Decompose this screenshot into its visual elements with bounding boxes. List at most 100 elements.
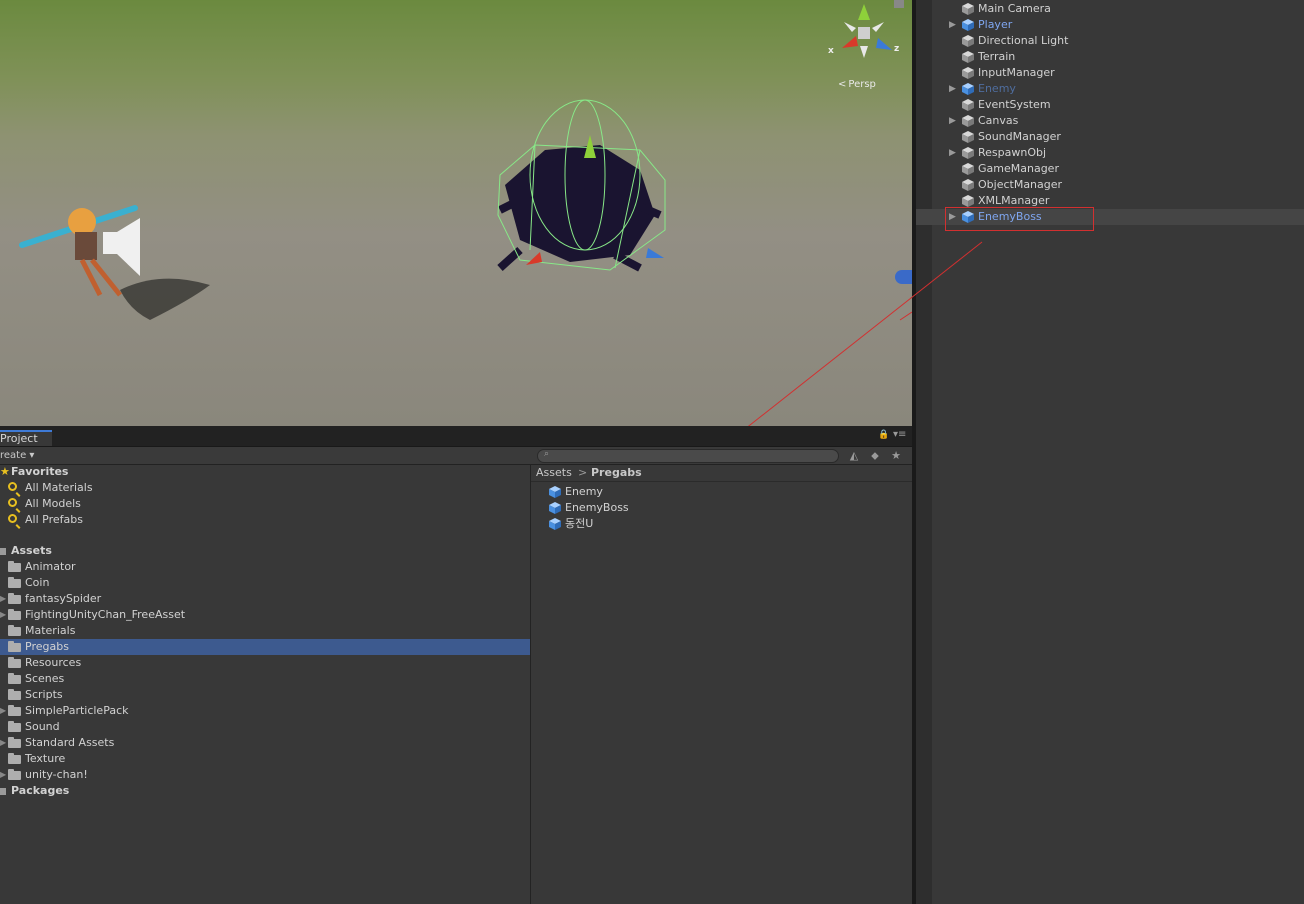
magnifier-icon [8, 514, 17, 523]
gameobject-cube-icon [962, 131, 974, 143]
hierarchy-item-label: SoundManager [978, 130, 1061, 143]
folder-item-label: SimpleParticlePack [25, 704, 129, 717]
folder-item[interactable]: Resources [0, 655, 530, 671]
hierarchy-lock-icon[interactable] [894, 0, 904, 8]
expand-arrow-icon[interactable]: ▶ [0, 735, 8, 751]
favorite-item[interactable]: All Materials [0, 480, 530, 496]
folder-item[interactable]: Materials [0, 623, 530, 639]
folder-item[interactable]: ▶ unity-chan! [0, 767, 530, 783]
folder-item[interactable]: Texture [0, 751, 530, 767]
expand-arrow-icon[interactable]: ▶ [949, 145, 959, 161]
assets-header[interactable]: Assets [0, 543, 530, 559]
asset-file-item[interactable]: EnemyBoss [531, 500, 912, 516]
folder-item[interactable]: Scenes [0, 671, 530, 687]
folder-item[interactable]: Coin [0, 575, 530, 591]
folder-item[interactable]: ▶ SimpleParticlePack [0, 703, 530, 719]
expand-arrow-icon[interactable]: ▶ [0, 703, 8, 719]
folder-item[interactable]: Scripts [0, 687, 530, 703]
hierarchy-item-label: RespawnObj [978, 146, 1047, 159]
expand-arrow-icon[interactable]: ▶ [0, 767, 8, 783]
section-icon [0, 548, 6, 555]
menu-icon[interactable]: ▾≡ [893, 429, 906, 440]
search-input[interactable]: ⌕ [537, 449, 839, 463]
asset-file-item[interactable]: Enemy [531, 484, 912, 500]
breadcrumb-separator-icon: > [578, 466, 588, 479]
folder-icon [8, 673, 21, 684]
prefab-cube-icon [549, 518, 561, 530]
packages-header[interactable]: Packages [0, 783, 530, 799]
filter-by-label-icon[interactable]: ⬥ [867, 448, 883, 463]
search-icon: ⌕ [544, 449, 550, 459]
cube-icon [962, 179, 974, 191]
hierarchy-item-label: GameManager [978, 162, 1059, 175]
folder-item-label: Animator [25, 560, 76, 573]
favorites-star-icon[interactable]: ★ [888, 448, 904, 463]
cube-icon [962, 195, 974, 207]
cube-icon [962, 115, 974, 127]
favorites-header[interactable]: ★ Favorites [0, 464, 530, 480]
projection-toggle[interactable]: < Persp [838, 79, 876, 90]
expand-arrow-icon[interactable]: ▶ [949, 113, 959, 129]
annotation-highlight-box [945, 207, 1094, 231]
gameobject-cube-icon [962, 35, 974, 47]
gameobject-cube-icon [962, 163, 974, 175]
breadcrumb-current[interactable]: Pregabs [591, 464, 642, 481]
hierarchy-item-label: ObjectManager [978, 178, 1063, 191]
scene-viewport [19, 99, 912, 321]
folder-icon [8, 769, 21, 780]
folder-icon [8, 593, 21, 604]
folder-item[interactable]: Animator [0, 559, 530, 575]
expand-arrow-icon[interactable]: ▶ [949, 81, 959, 97]
hierarchy-item[interactable]: Directional Light [916, 33, 1304, 49]
favorite-item[interactable]: All Models [0, 496, 530, 512]
hierarchy-item[interactable]: ▶ Player [916, 17, 1304, 33]
project-toolbar: reate ▾ ⌕ ◭ ⬥ ★ [0, 447, 912, 465]
expand-arrow-icon[interactable]: ▶ [0, 607, 8, 623]
folder-item-label: Sound [25, 720, 60, 733]
hierarchy-item[interactable]: Terrain [916, 49, 1304, 65]
prefab-icon [549, 502, 561, 514]
projection-label: Persp [848, 79, 876, 90]
expand-arrow-icon[interactable]: ▶ [0, 591, 8, 607]
folder-item[interactable]: ▶ FightingUnityChan_FreeAsset [0, 607, 530, 623]
filter-by-type-icon[interactable]: ◭ [846, 448, 862, 463]
folder-item-label: Resources [25, 656, 82, 669]
expand-arrow-icon[interactable]: ▶ [949, 17, 959, 33]
hierarchy-item-label: Enemy [978, 82, 1016, 95]
folder-item[interactable]: ▶ Standard Assets [0, 735, 530, 751]
hierarchy-item[interactable]: ▶ Enemy [916, 81, 1304, 97]
favorite-item-label: All Prefabs [25, 513, 83, 526]
cube-icon [962, 67, 974, 79]
folder-item[interactable]: Sound [0, 719, 530, 735]
tab-project[interactable]: Project [0, 430, 52, 446]
favorite-item-label: All Materials [25, 481, 93, 494]
folder-item[interactable]: Pregabs [0, 639, 530, 655]
hierarchy-item[interactable]: ▶ Canvas [916, 113, 1304, 129]
project-asset-list: Assets > Pregabs Enemy EnemyBoss 동전U [531, 464, 912, 904]
hierarchy-item[interactable]: GameManager [916, 161, 1304, 177]
hierarchy-item-label: Player [978, 18, 1013, 31]
gizmo-z-label: z [894, 44, 900, 54]
orientation-gizmo[interactable]: x z [828, 0, 902, 70]
scene-view[interactable]: x z < Persp [0, 0, 912, 426]
favorite-item[interactable]: All Prefabs [0, 512, 530, 528]
asset-file-item[interactable]: 동전U [531, 516, 912, 532]
hierarchy-item[interactable]: SoundManager [916, 129, 1304, 145]
hierarchy-item[interactable]: Main Camera [916, 1, 1304, 17]
create-button[interactable]: reate ▾ [0, 448, 34, 463]
hierarchy-item[interactable]: InputManager [916, 65, 1304, 81]
cube-icon [962, 99, 974, 111]
gameobject-cube-icon [962, 147, 974, 159]
cube-icon [962, 3, 974, 15]
hierarchy-item[interactable]: EventSystem [916, 97, 1304, 113]
breadcrumb-root[interactable]: Assets [536, 464, 572, 481]
hierarchy-item[interactable]: ObjectManager [916, 177, 1304, 193]
folder-icon [8, 689, 21, 700]
cube-icon [962, 163, 974, 175]
prefab-icon [549, 486, 561, 498]
prefab-cube-icon [549, 502, 561, 514]
lock-icon[interactable]: 🔒 [878, 430, 889, 440]
asset-file-label: EnemyBoss [565, 501, 629, 514]
folder-item[interactable]: ▶ fantasySpider [0, 591, 530, 607]
hierarchy-item[interactable]: ▶ RespawnObj [916, 145, 1304, 161]
